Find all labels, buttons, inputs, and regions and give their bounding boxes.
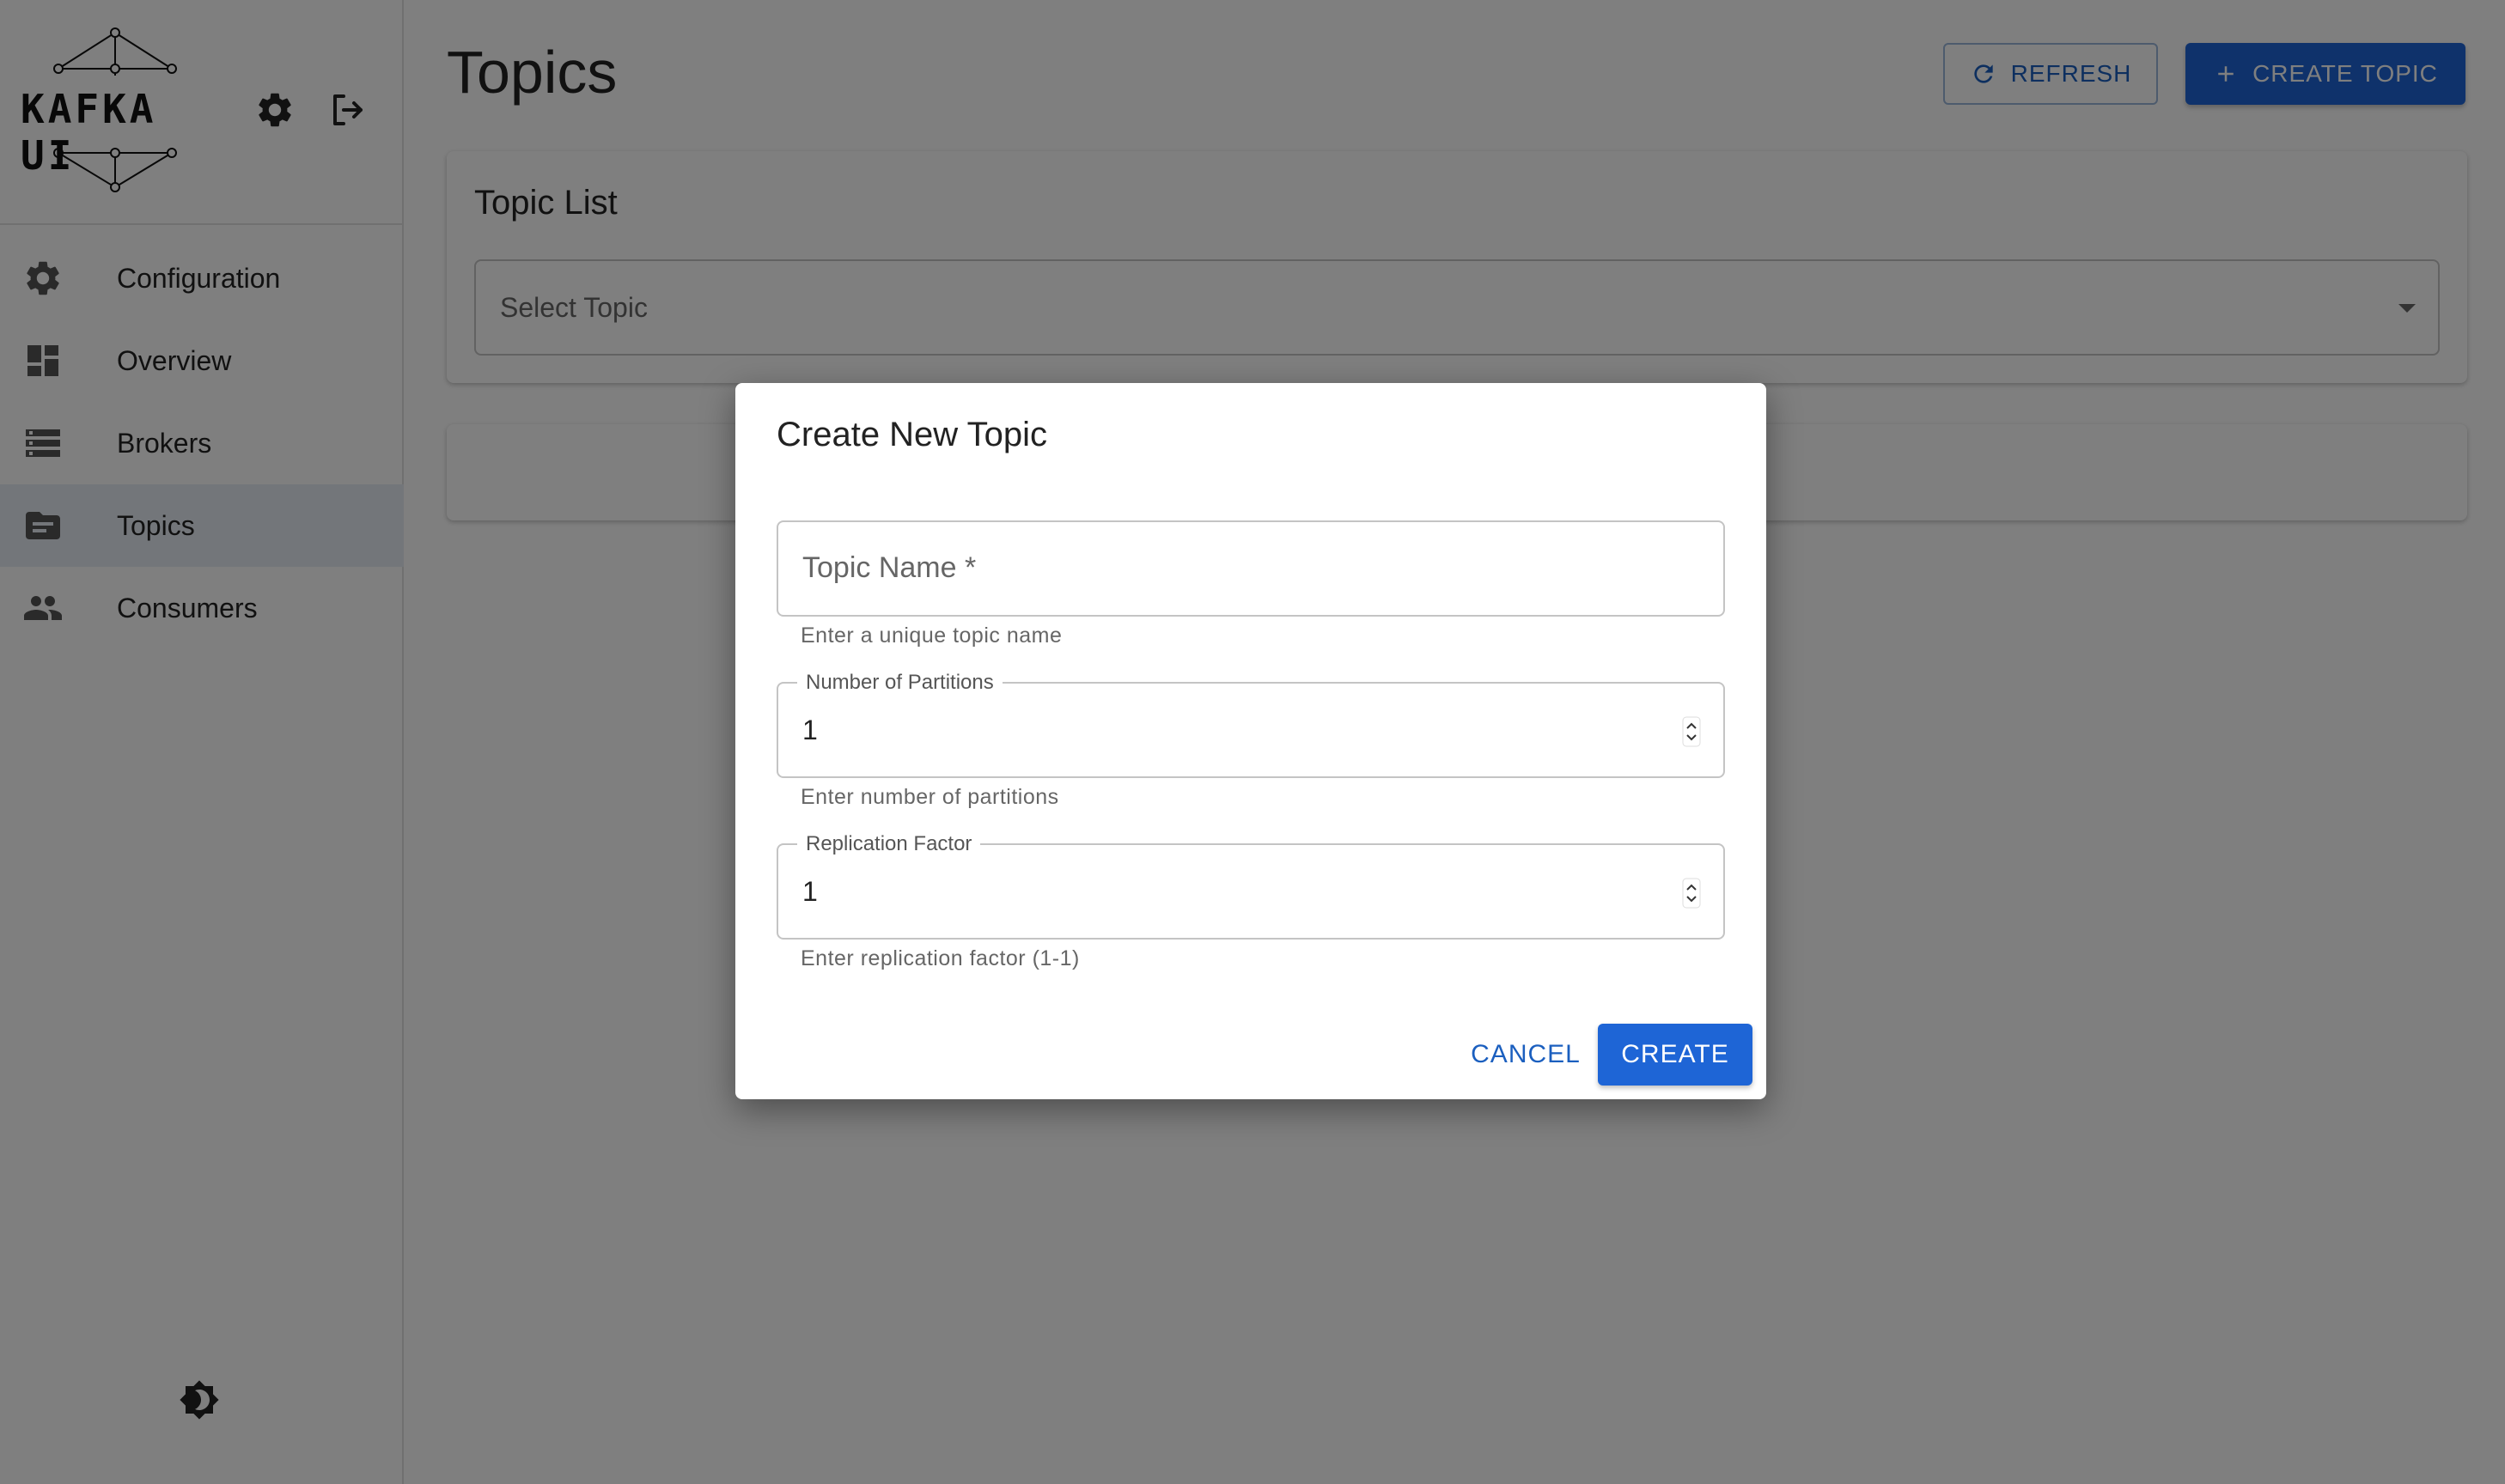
dialog-title: Create New Topic	[777, 416, 1047, 453]
partitions-label: Number of Partitions	[797, 670, 1003, 696]
replication-factor-input[interactable]: Replication Factor 1	[777, 831, 1725, 940]
stepper-icon[interactable]	[1682, 716, 1701, 747]
create-topic-dialog: Create New Topic Topic Name * Enter a un…	[735, 383, 1766, 1099]
stepper-icon[interactable]	[1682, 878, 1701, 909]
app-root: KAFKA UI Configuration	[0, 0, 2505, 1484]
topic-name-label: Topic Name *	[802, 551, 977, 584]
topic-name-helper: Enter a unique topic name	[801, 623, 1063, 648]
replication-label: Replication Factor	[797, 831, 981, 857]
partitions-helper: Enter number of partitions	[801, 785, 1059, 809]
replication-value: 1	[802, 876, 818, 907]
cancel-button[interactable]: CANCEL	[1452, 1024, 1600, 1086]
replication-helper: Enter replication factor (1-1)	[801, 946, 1080, 970]
partitions-input[interactable]: Number of Partitions 1	[777, 670, 1725, 778]
create-button[interactable]: CREATE	[1598, 1024, 1752, 1086]
partitions-value: 1	[802, 715, 818, 745]
topic-name-input[interactable]: Topic Name *	[777, 520, 1725, 617]
